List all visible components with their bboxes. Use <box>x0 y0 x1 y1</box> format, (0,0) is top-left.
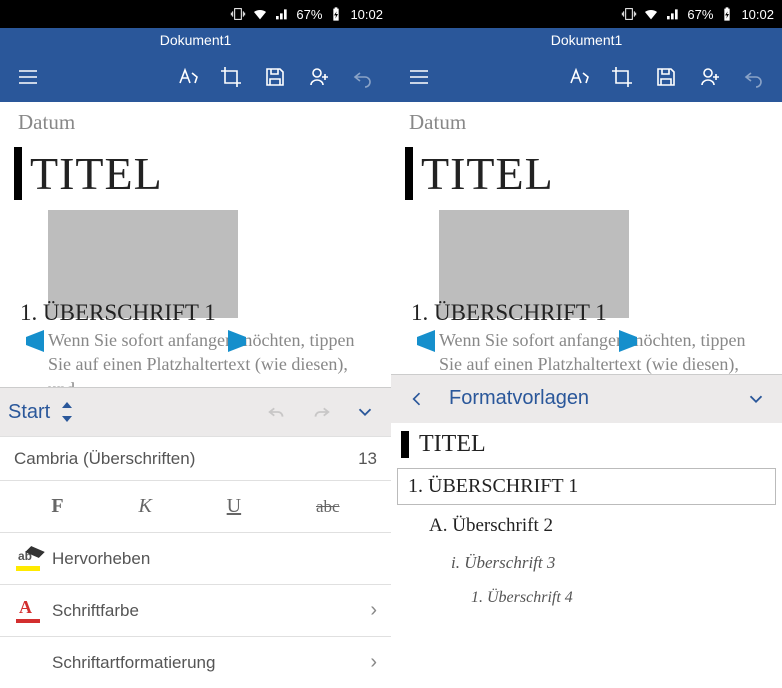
ribbon-header: Formatvorlagen <box>391 375 782 423</box>
title-accent-bar <box>405 147 413 200</box>
ribbon-tab-selector-icon[interactable] <box>58 400 76 424</box>
app-toolbar <box>391 52 782 102</box>
title-text[interactable]: TITEL <box>30 147 163 200</box>
selection-handle-start[interactable] <box>26 330 44 352</box>
battery-icon <box>719 6 735 22</box>
font-name[interactable]: Cambria (Überschriften) <box>14 449 358 469</box>
title-accent-bar <box>14 147 22 200</box>
highlight-row[interactable]: ab Hervorheben <box>0 532 391 584</box>
body-paragraph[interactable]: Wenn Sie sofort anfangen möchten, tippen… <box>48 328 377 387</box>
collapse-ribbon-icon[interactable] <box>347 394 383 430</box>
font-color-label: Schriftfarbe <box>52 601 370 621</box>
style-option-heading3[interactable]: i. Überschrift 3 <box>391 545 782 581</box>
style-label: 1. ÜBERSCHRIFT 1 <box>408 475 578 498</box>
battery-icon <box>328 6 344 22</box>
font-formatting-row[interactable]: Schriftartformatierung › <box>0 636 391 688</box>
strikethrough-button[interactable]: abc <box>316 497 340 517</box>
style-option-title[interactable]: TITEL <box>391 423 782 466</box>
screen-right: 67% 10:02 Dokument1 Datum TITEL 1. ÜBERS… <box>391 0 782 688</box>
vibrate-icon <box>621 6 637 22</box>
font-style-button[interactable] <box>165 55 209 99</box>
share-button[interactable] <box>688 55 732 99</box>
ribbon-tab-label[interactable]: Formatvorlagen <box>449 387 589 410</box>
highlight-icon: ab <box>16 547 40 571</box>
title-block[interactable]: TITEL <box>405 147 768 200</box>
styles-list: TITEL 1. ÜBERSCHRIFT 1 A. Überschrift 2 … <box>391 423 782 688</box>
selection-handle-start[interactable] <box>417 330 435 352</box>
title-text[interactable]: TITEL <box>421 147 554 200</box>
font-formatting-label: Schriftartformatierung <box>52 653 370 673</box>
screen-left: 67% 10:02 Dokument1 Datum TITEL 1. ÜBERS… <box>0 0 391 688</box>
wifi-icon <box>252 6 268 22</box>
document-canvas[interactable]: Datum TITEL 1. ÜBERSCHRIFT 1 Wenn Sie so… <box>391 102 782 374</box>
font-row[interactable]: Cambria (Überschriften) 13 <box>0 436 391 480</box>
back-icon[interactable] <box>399 381 435 417</box>
clock: 10:02 <box>741 7 774 22</box>
font-size[interactable]: 13 <box>358 449 377 469</box>
vibrate-icon <box>230 6 246 22</box>
style-option-heading4[interactable]: 1. Überschrift 4 <box>391 581 782 615</box>
document-title: Dokument1 <box>391 28 782 52</box>
crop-button[interactable] <box>209 55 253 99</box>
chevron-right-icon: › <box>370 599 377 622</box>
format-row: F K U abc <box>0 480 391 532</box>
battery-percent: 67% <box>296 7 322 22</box>
style-label: 1. Überschrift 4 <box>471 589 573 607</box>
ribbon-panel-styles: Formatvorlagen <box>391 374 782 423</box>
date-placeholder[interactable]: Datum <box>18 110 377 135</box>
crop-button[interactable] <box>600 55 644 99</box>
share-button[interactable] <box>297 55 341 99</box>
ribbon-header: Start <box>0 388 391 436</box>
paragraph-text[interactable]: Wenn Sie sofort anfangen möchten, tippen… <box>439 330 745 374</box>
style-label: A. Überschrift 2 <box>429 515 553 537</box>
android-status-bar: 67% 10:02 <box>0 0 391 28</box>
chevron-right-icon: › <box>370 651 377 674</box>
title-block[interactable]: TITEL <box>14 147 377 200</box>
ribbon-panel-start: Start Cambria (Überschriften) 13 F K U a… <box>0 387 391 688</box>
date-placeholder[interactable]: Datum <box>409 110 768 135</box>
document-title: Dokument1 <box>0 28 391 52</box>
collapse-ribbon-icon[interactable] <box>738 381 774 417</box>
style-label: i. Überschrift 3 <box>451 553 555 573</box>
heading-1[interactable]: 1. ÜBERSCHRIFT 1 <box>20 300 377 326</box>
title-accent-bar <box>401 431 409 458</box>
clock: 10:02 <box>350 7 383 22</box>
app-toolbar <box>0 52 391 102</box>
document-canvas[interactable]: Datum TITEL 1. ÜBERSCHRIFT 1 Wenn Sie so… <box>0 102 391 387</box>
style-label: TITEL <box>419 431 486 458</box>
italic-button[interactable]: K <box>138 495 151 518</box>
signal-icon <box>665 6 681 22</box>
font-color-icon: A <box>16 599 40 623</box>
bold-button[interactable]: F <box>51 495 63 518</box>
underline-button[interactable]: U <box>227 495 241 518</box>
ribbon-tab-label[interactable]: Start <box>8 401 50 424</box>
body-paragraph[interactable]: Wenn Sie sofort anfangen möchten, tippen… <box>439 328 768 374</box>
wifi-icon <box>643 6 659 22</box>
font-color-row[interactable]: A Schriftfarbe › <box>0 584 391 636</box>
undo-button[interactable] <box>732 55 776 99</box>
signal-icon <box>274 6 290 22</box>
style-option-heading2[interactable]: A. Überschrift 2 <box>391 507 782 545</box>
battery-percent: 67% <box>687 7 713 22</box>
redo-icon[interactable] <box>303 394 339 430</box>
font-style-button[interactable] <box>556 55 600 99</box>
heading-1[interactable]: 1. ÜBERSCHRIFT 1 <box>411 300 768 326</box>
style-option-heading1-selected[interactable]: 1. ÜBERSCHRIFT 1 <box>397 468 776 505</box>
menu-button[interactable] <box>6 55 50 99</box>
highlight-label: Hervorheben <box>52 549 377 569</box>
save-button[interactable] <box>644 55 688 99</box>
paragraph-text[interactable]: Wenn Sie sofort anfangen möchten, tippen… <box>48 330 354 387</box>
undo-icon[interactable] <box>259 394 295 430</box>
save-button[interactable] <box>253 55 297 99</box>
undo-button[interactable] <box>341 55 385 99</box>
menu-button[interactable] <box>397 55 441 99</box>
android-status-bar: 67% 10:02 <box>391 0 782 28</box>
